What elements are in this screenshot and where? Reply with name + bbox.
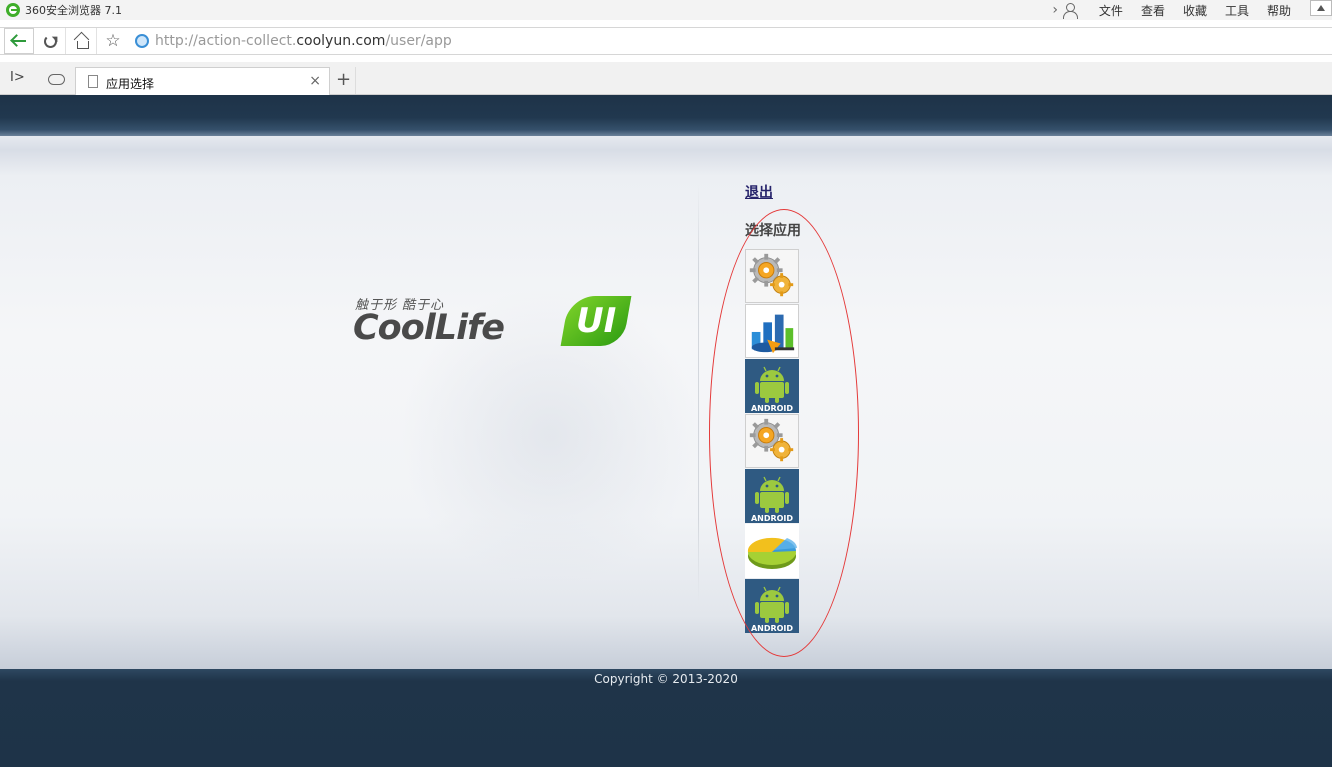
tab-bar: I> 应用选择 × + <box>0 62 1332 96</box>
address-input[interactable]: http://action-collect.coolyun.com/user/a… <box>130 28 452 54</box>
browser-logo-icon <box>6 3 20 17</box>
home-button[interactable] <box>67 28 97 54</box>
page-header <box>0 95 1332 136</box>
pin-icon[interactable] <box>1310 0 1332 16</box>
new-tab-button[interactable]: + <box>332 67 356 94</box>
url-domain: coolyun.com <box>296 33 386 49</box>
logo-wordmark: CoolLife <box>353 308 505 348</box>
home-icon <box>75 35 89 49</box>
navigation-bar: ☆ http://action-collect.coolyun.com/user… <box>0 27 1332 55</box>
close-icon[interactable]: × <box>309 73 321 89</box>
menu-bar: › 文件 查看 收藏 工具 帮助 <box>1052 0 1300 20</box>
coollife-logo: 触于形 酷于心 CoolLife UI <box>353 294 633 354</box>
menu-tools[interactable]: 工具 <box>1225 2 1249 19</box>
url-prefix: http://action-collect. <box>155 33 297 49</box>
user-icon[interactable] <box>1062 2 1078 19</box>
menu-file[interactable]: 文件 <box>1099 2 1123 19</box>
page-body: 触于形 酷于心 CoolLife UI 退出 选择应用 ANDROID ANDR… <box>0 136 1332 669</box>
url-text[interactable]: http://action-collect.coolyun.com/user/a… <box>155 33 452 49</box>
cloud-icon[interactable] <box>48 74 65 85</box>
menu-view[interactable]: 查看 <box>1141 2 1165 19</box>
favorite-button[interactable]: ☆ <box>98 28 128 54</box>
refresh-button[interactable] <box>36 28 66 54</box>
sidebar-toggle-icon[interactable]: I> <box>10 70 25 85</box>
menu-help[interactable]: 帮助 <box>1267 2 1291 19</box>
page-icon <box>88 75 98 88</box>
logout-link[interactable]: 退出 <box>745 182 773 202</box>
tab-app-select[interactable]: 应用选择 × <box>75 67 330 96</box>
window-title: 360安全浏览器 7.1 <box>25 4 122 17</box>
star-icon: ☆ <box>105 31 121 51</box>
copyright-text: Copyright © 2013-2020 <box>594 672 738 686</box>
refresh-icon <box>44 34 57 48</box>
globe-icon <box>135 34 149 48</box>
highlight-ellipse <box>709 209 859 657</box>
back-button[interactable] <box>4 28 34 54</box>
chevron-right-icon[interactable]: › <box>1052 2 1058 18</box>
back-arrow-icon <box>11 35 27 47</box>
title-bar: 360安全浏览器 7.1 › 文件 查看 收藏 工具 帮助 <box>0 0 1332 20</box>
page-footer: Copyright © 2013-2020 <box>0 669 1332 767</box>
url-path: /user/app <box>385 33 452 49</box>
menu-favorites[interactable]: 收藏 <box>1183 2 1207 19</box>
logo-ui-badge: UI <box>560 296 632 346</box>
tab-label: 应用选择 <box>106 77 155 91</box>
vertical-divider <box>698 184 699 604</box>
logo-badge-text: UI <box>575 301 617 341</box>
